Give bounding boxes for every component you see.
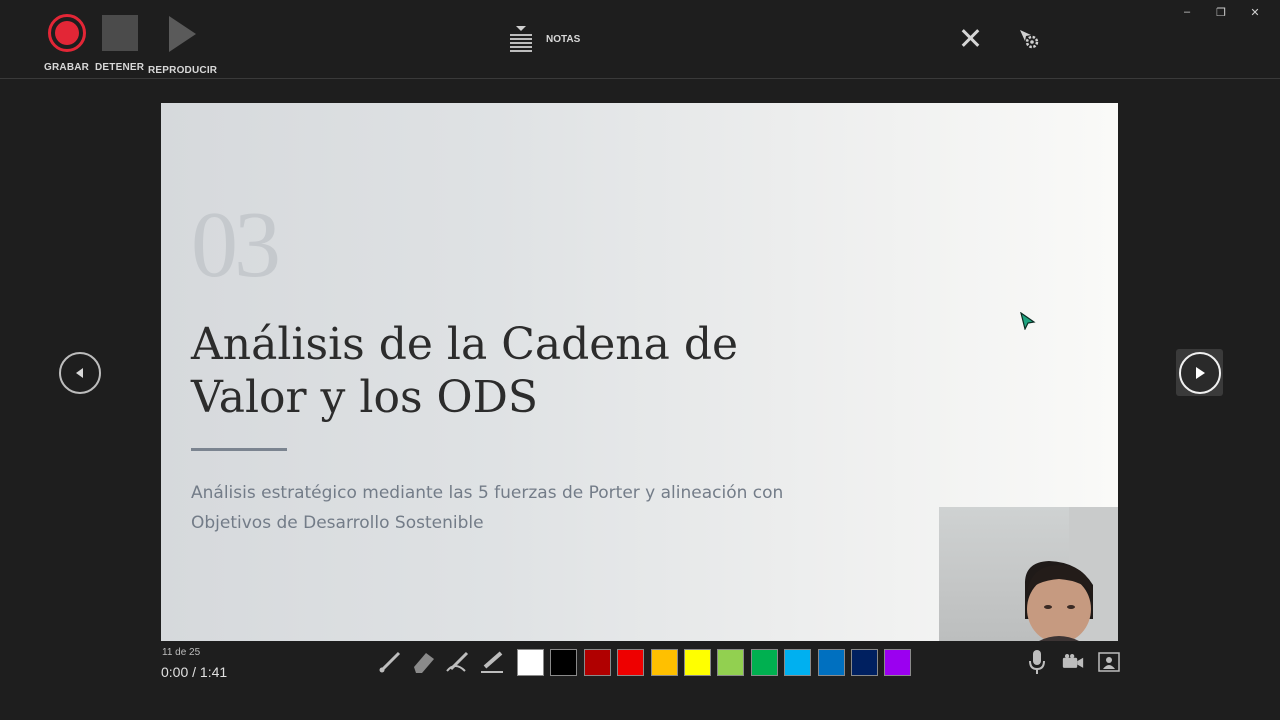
ink-color-swatch[interactable]	[583, 649, 611, 676]
webcam-preview[interactable]	[939, 507, 1118, 641]
close-icon[interactable]	[958, 26, 982, 50]
ink-color-palette	[517, 649, 912, 676]
ink-color-swatch[interactable]	[650, 649, 678, 676]
ink-tools	[376, 647, 506, 677]
notes-label: NOTAS	[546, 33, 581, 45]
ink-color-swatch[interactable]	[550, 649, 578, 676]
title-divider	[191, 448, 287, 451]
media-controls	[1026, 649, 1120, 675]
arrow-right-icon	[1196, 367, 1205, 379]
previous-slide-button[interactable]	[59, 352, 101, 394]
stop-label: DETENER	[95, 62, 145, 73]
ink-color-swatch[interactable]	[517, 649, 544, 676]
ink-color-swatch[interactable]	[683, 649, 711, 676]
play-label: REPRODUCIR	[148, 65, 218, 76]
ink-color-swatch[interactable]	[884, 649, 912, 676]
stop-icon	[101, 15, 138, 51]
camera-preview-icon	[1098, 652, 1120, 672]
marker-icon	[446, 651, 469, 672]
ink-color-swatch[interactable]	[817, 649, 845, 676]
stop-button[interactable]: DETENER	[95, 14, 144, 73]
highlighter-tool-button[interactable]	[478, 647, 506, 677]
pen-tool-button[interactable]	[376, 647, 404, 677]
ink-color-swatch[interactable]	[617, 649, 645, 676]
next-slide-button[interactable]	[1179, 352, 1221, 394]
camera-button[interactable]	[1062, 649, 1084, 675]
record-button[interactable]: GRABAR	[44, 14, 89, 73]
camera-preview-button[interactable]	[1098, 649, 1120, 675]
marker-tool-button[interactable]	[444, 647, 472, 677]
play-icon	[169, 16, 197, 52]
arrow-left-icon	[76, 368, 83, 378]
presenter-video	[1024, 507, 1118, 641]
recording-toolbar: GRABAR DETENER REPRODUCIR NOTAS	[0, 0, 1280, 79]
notes-icon	[510, 26, 532, 52]
ink-color-swatch[interactable]	[717, 649, 745, 676]
highlighter-icon	[481, 651, 503, 673]
camera-icon	[1062, 653, 1084, 668]
pen-icon	[379, 651, 401, 673]
laser-pointer-cursor-icon	[1020, 312, 1036, 330]
slide-title: Análisis de la Cadena de Valor y los ODS	[191, 319, 739, 423]
slide-counter: 11 de 25	[162, 647, 201, 658]
record-label: GRABAR	[44, 62, 90, 73]
recording-time: 0:00 / 1:41	[161, 664, 228, 680]
ink-color-swatch[interactable]	[750, 649, 778, 676]
record-icon	[47, 14, 86, 52]
eraser-tool-button[interactable]	[410, 647, 438, 677]
slide-subtitle: Análisis estratégico mediante las 5 fuer…	[191, 483, 784, 533]
eraser-icon	[414, 653, 434, 673]
play-button[interactable]: REPRODUCIR	[148, 14, 217, 76]
microphone-icon	[1029, 650, 1045, 674]
notes-button[interactable]: NOTAS	[508, 26, 580, 52]
settings-icon[interactable]	[1018, 28, 1040, 50]
microphone-button[interactable]	[1026, 649, 1048, 675]
ink-color-swatch[interactable]	[784, 649, 812, 676]
ink-color-swatch[interactable]	[850, 649, 878, 676]
slide-section-number: 03	[191, 193, 281, 297]
